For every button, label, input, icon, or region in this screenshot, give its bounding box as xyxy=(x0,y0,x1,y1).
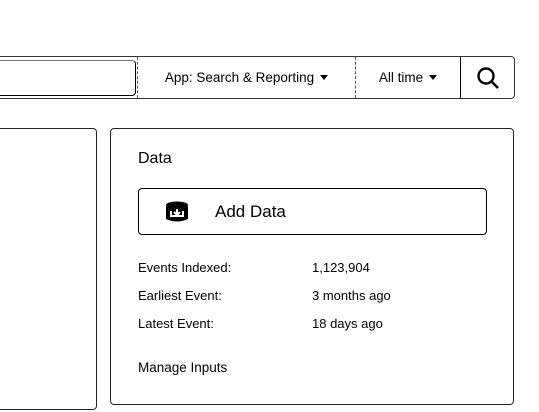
caret-down-icon xyxy=(320,75,329,80)
database-add-icon xyxy=(166,201,188,221)
stat-label-earliest-event: Earliest Event: xyxy=(138,288,222,303)
time-range-label: All time xyxy=(378,70,424,85)
stat-value-events-indexed: 1,123,904 xyxy=(312,260,370,275)
search-input[interactable] xyxy=(0,60,136,96)
time-range-picker[interactable]: All time xyxy=(355,57,460,98)
caret-down-icon xyxy=(429,75,438,80)
search-button[interactable] xyxy=(460,57,514,98)
manage-inputs-link[interactable]: Manage Inputs xyxy=(138,360,227,375)
stat-label-events-indexed: Events Indexed: xyxy=(138,260,232,275)
stat-value-latest-event: 18 days ago xyxy=(312,316,383,331)
stat-value-earliest-event: 3 months ago xyxy=(312,288,391,303)
add-data-button[interactable]: Add Data xyxy=(138,188,487,235)
left-panel xyxy=(0,128,97,410)
add-data-label: Add Data xyxy=(215,201,286,221)
data-panel-title: Data xyxy=(138,150,172,167)
app-dropdown-label: App: Search & Reporting xyxy=(164,70,315,85)
app-dropdown[interactable]: App: Search & Reporting xyxy=(137,57,355,98)
stat-label-latest-event: Latest Event: xyxy=(138,316,214,331)
search-icon xyxy=(476,66,499,89)
